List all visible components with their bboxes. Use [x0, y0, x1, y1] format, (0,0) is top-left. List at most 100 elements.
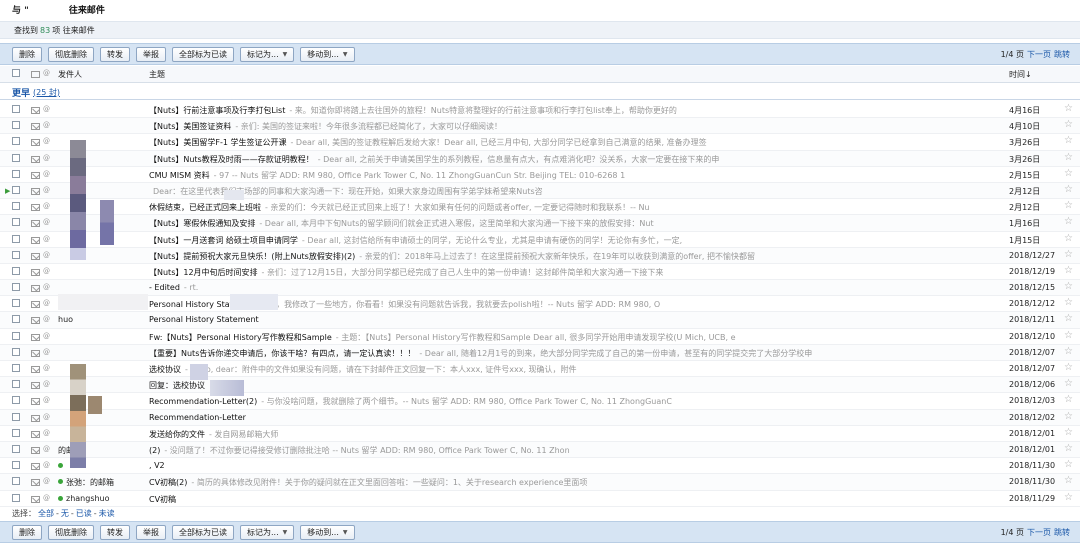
mail-subject-text[interactable]: 【Nuts】Nuts教程及时雨——存款证明教程！ [149, 155, 314, 164]
star-icon[interactable]: ☆ [1064, 378, 1073, 389]
mail-subject-text[interactable]: Fw:【Nuts】Personal History写作教程和Sample [149, 333, 332, 342]
mail-row[interactable]: @ Recommendation-Letter(2) - 与你没啥问题，我就删除了两… [0, 393, 1080, 410]
star-icon[interactable]: ☆ [1064, 492, 1073, 503]
row-checkbox[interactable] [12, 137, 20, 146]
mail-subject-text[interactable]: 【Nuts】一月送套词 给硕士项目申请同学 [149, 236, 298, 245]
row-checkbox[interactable] [12, 331, 20, 340]
star-icon[interactable]: ☆ [1064, 427, 1073, 438]
star-icon[interactable]: ☆ [1064, 265, 1073, 276]
mail-row[interactable]: @ huo Personal History Statement 2018/12/11… [0, 312, 1080, 329]
star-icon[interactable]: ☆ [1064, 411, 1073, 422]
mark-as-dropdown[interactable]: 标记为... ▼ [240, 524, 295, 540]
mail-subject[interactable]: 选校协议 - Hello, dear：附件中的文件如果没有问题，请在下封邮件正文回… [149, 364, 999, 375]
jump-link[interactable]: 跳转 [1054, 527, 1070, 538]
mail-preview[interactable]: - rt. [184, 283, 198, 292]
mail-preview[interactable]: Dear：在这里代表我们市场部的同事和大家沟通一下：现在开始，如果大家身边周围有… [153, 187, 543, 196]
star-icon[interactable]: ☆ [1064, 443, 1073, 454]
mail-row[interactable]: @ Recommendation-Letter 2018/12/02 ☆ [0, 409, 1080, 426]
row-checkbox[interactable] [12, 153, 20, 162]
star-icon[interactable]: ☆ [1064, 184, 1073, 195]
mail-preview[interactable]: - Dear all, 本月中下旬Nuts的留学顾问们就会正式进入寒假，这里简单… [259, 219, 653, 228]
star-icon[interactable]: ☆ [1064, 135, 1073, 146]
mark-as-dropdown[interactable]: 标记为... ▼ [240, 46, 295, 62]
row-checkbox[interactable] [12, 202, 20, 211]
mail-subject[interactable]: Personal History Statement [149, 315, 999, 324]
row-checkbox[interactable] [12, 105, 20, 113]
mail-subject[interactable]: 【Nuts】提前预祝大家元旦快乐！(附上Nuts放假安排)(2) - 亲爱的们：2… [149, 251, 999, 262]
mail-preview[interactable]: - 没问题了！不过你要记得接受修订删除批注哈 -- Nuts 留学 ADD: R… [164, 446, 569, 455]
star-icon[interactable]: ☆ [1064, 346, 1073, 357]
mail-subject[interactable]: 【Nuts】12月中旬后时间安排 - 亲们：过了12月15日，大部分同学都已经完成… [149, 267, 999, 278]
mail-row[interactable]: @ 【重要】Nuts告诉你递交申请后，你该干啥？有四点，请一定认真读！！！ - De… [0, 344, 1080, 361]
mail-subject[interactable]: 【Nuts】Nuts教程及时雨——存款证明教程！ - Dear all, 之前关于… [149, 154, 999, 165]
mail-subject[interactable]: 【Nuts】寒假休假通知及安排 - Dear all, 本月中下旬Nuts的留学顾… [149, 218, 999, 229]
select-none-link[interactable]: 无 [61, 508, 69, 519]
star-icon[interactable]: ☆ [1064, 200, 1073, 211]
row-checkbox[interactable] [12, 266, 20, 275]
mail-row[interactable]: @ - Edited - rt. 2018/12/15 ☆ [0, 280, 1080, 297]
mail-sender[interactable]: huo [58, 315, 142, 324]
report-button[interactable]: 举报 [136, 46, 166, 62]
row-checkbox[interactable] [12, 396, 20, 405]
forward-button[interactable]: 转发 [100, 46, 130, 62]
permanent-delete-button[interactable]: 彻底删除 [48, 524, 94, 540]
mail-row[interactable]: @ 【Nuts】12月中旬后时间安排 - 亲们：过了12月15日，大部分同学都已经完… [0, 264, 1080, 281]
star-icon[interactable]: ☆ [1064, 475, 1073, 486]
mail-row[interactable]: @ 【Nuts】行前注意事项及行李打包List - 来。知道你即将踏上去往国外的旅程… [0, 102, 1080, 119]
star-icon[interactable]: ☆ [1064, 233, 1073, 244]
mail-subject[interactable]: 【Nuts】美国签证资料 - 亲们: 美国的签证来啦！今年很多流程都已经简化了，大… [149, 121, 999, 132]
mail-subject[interactable]: 发送给你的文件 - 发自网易邮箱大师 [149, 429, 999, 440]
mail-row[interactable]: @ 张弛：的邮箱 CV初稿(2) - 简历的具体修改见附件！关于你的疑问就在正文里面回… [0, 474, 1080, 491]
mail-row[interactable]: @ 发送给你的文件 - 发自网易邮箱大师 2018/12/01 ☆ [0, 426, 1080, 442]
select-all-checkbox[interactable] [12, 69, 20, 77]
mark-all-read-button[interactable]: 全部标为已读 [172, 524, 234, 540]
mail-subject-text[interactable]: 【重要】Nuts告诉你递交申请后，你该干啥？有四点，请一定认真读！！！ [149, 349, 415, 358]
star-icon[interactable]: ☆ [1064, 313, 1073, 324]
mail-subject-text[interactable]: CV初稿(2) [149, 478, 187, 487]
star-icon[interactable]: ☆ [1064, 216, 1073, 227]
row-checkbox[interactable] [12, 121, 20, 130]
mail-subject[interactable]: CV初稿(2) - 简历的具体修改见附件！关于你的疑问就在正文里面回答啦：一些疑问… [149, 477, 999, 488]
mail-preview[interactable]: - 发自网易邮箱大师 [209, 430, 278, 439]
mail-sender[interactable]: 张弛：的邮箱 [58, 477, 142, 488]
mail-subject-text[interactable]: , V2 [149, 461, 165, 470]
mail-preview[interactable]: - Dear all, 美国的签证教程解后发给大家！Dear all, 已经三月… [290, 138, 706, 147]
row-checkbox[interactable] [12, 218, 20, 227]
mail-preview[interactable]: - Hello, dear：附件中的文件如果没有问题，请在下封邮件正文回复一下：… [185, 365, 577, 374]
mail-row[interactable]: @ 【Nuts】提前预祝大家元旦快乐！(附上Nuts放假安排)(2) - 亲爱的们：… [0, 247, 1080, 264]
mail-row[interactable]: @ Personal History Statement - 亲，我修改了一些地方，… [0, 296, 1080, 313]
mail-subject-text[interactable]: 【Nuts】美国留学F-1 学生签证公开课 [149, 138, 286, 147]
next-page-link[interactable]: 下一页 [1027, 49, 1051, 60]
mail-subject-text[interactable]: - Edited [149, 283, 180, 292]
mail-subject-text[interactable]: 【Nuts】寒假休假通知及安排 [149, 219, 255, 228]
mail-subject[interactable]: - Edited - rt. [149, 283, 999, 292]
star-icon[interactable]: ☆ [1064, 394, 1073, 405]
row-checkbox[interactable] [12, 234, 20, 243]
mail-subject[interactable]: CMU MISM 资料 - 97 -- Nuts 留学 ADD: RM 980, … [149, 170, 999, 181]
mail-row[interactable]: @ 休假结束，已经正式回来上班啦 - 亲爱的们：今天就已经正式回来上班了！大家如果有… [0, 199, 1080, 216]
mail-subject-text[interactable]: 【Nuts】美国签证资料 [149, 122, 231, 131]
mail-preview[interactable]: - Dear all, 随着12月1号的到来，绝大部分同学完成了自己的第一份申请… [419, 349, 812, 358]
row-checkbox[interactable] [12, 169, 20, 178]
mail-row[interactable]: ▶ @ Dear：在这里代表我们市场部的同事和大家沟通一下：现在开始，如果大家身边周… [0, 182, 1080, 200]
mail-row[interactable]: @ 【Nuts】寒假休假通知及安排 - Dear all, 本月中下旬Nuts的留学… [0, 215, 1080, 232]
permanent-delete-button[interactable]: 彻底删除 [48, 46, 94, 62]
star-icon[interactable]: ☆ [1064, 103, 1073, 114]
row-checkbox[interactable] [12, 250, 20, 259]
mail-subject-text[interactable]: 选校协议 [149, 365, 181, 374]
mail-sender[interactable]: zhangshuo [58, 494, 142, 503]
mail-row[interactable]: @ Fw:【Nuts】Personal History写作教程和Sample - 主… [0, 329, 1080, 345]
mail-subject[interactable]: (2) - 没问题了！不过你要记得接受修订删除批注哈 -- Nuts 留学 ADD… [149, 445, 999, 456]
mail-row[interactable]: @ 【Nuts】一月送套词 给硕士项目申请同学 - Dear all, 这封信给所有… [0, 232, 1080, 248]
mail-preview[interactable]: - 亲爱的们：2018年马上过去了！在这里提前预祝大家新年快乐，在19年可以收获… [359, 252, 755, 261]
move-to-dropdown[interactable]: 移动到... ▼ [300, 46, 355, 62]
mail-preview[interactable]: - 来。知道你即将踏上去往国外的旅程！Nuts特意将整理好的行前注意事项和行李打… [289, 106, 677, 115]
row-checkbox[interactable] [12, 412, 20, 421]
mail-row[interactable]: @的邮箱(2)- 没问题了！不过你要记得接受修订删除批注哈 -- Nuts 留学… [0, 441, 1080, 459]
mail-subject-text[interactable]: 回复：选校协议 [149, 381, 205, 390]
mail-preview[interactable]: - 简历的具体修改见附件！关于你的疑问就在正文里面回答啦：一些疑问：1、关于re… [191, 478, 587, 487]
row-checkbox[interactable] [12, 315, 20, 324]
mail-subject-text[interactable]: 休假结束，已经正式回来上班啦 [149, 203, 261, 212]
select-unread-link[interactable]: 未读 [99, 508, 115, 519]
row-checkbox[interactable] [12, 461, 20, 470]
